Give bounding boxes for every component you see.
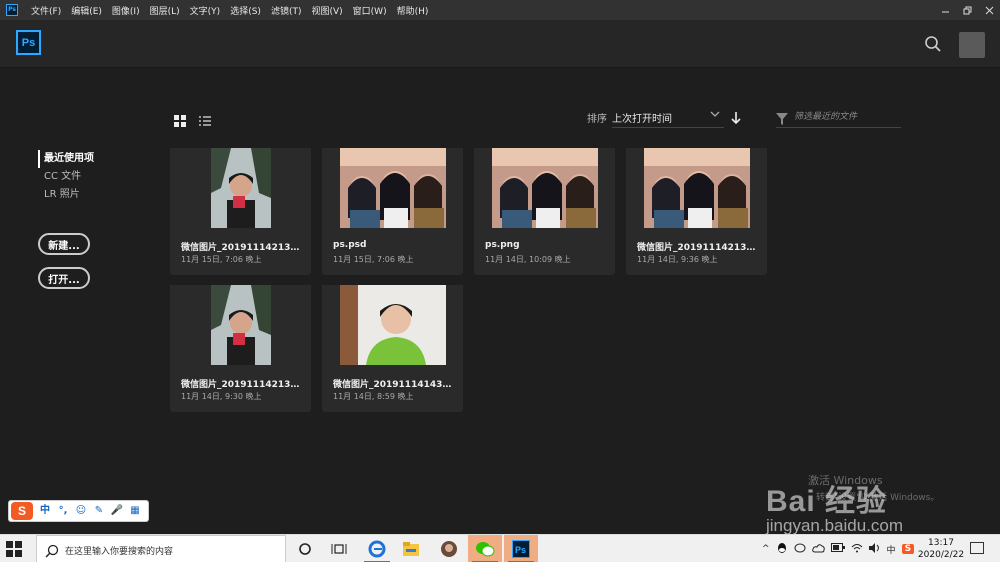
menu-help[interactable]: 帮助(H)	[392, 4, 434, 17]
ime-chinese-mode[interactable]: 中	[37, 503, 53, 519]
cortana-icon[interactable]	[288, 535, 322, 562]
photoshop-home-screen: Ps 文件(F) 编辑(E) 图像(I) 图层(L) 文字(Y) 选择(S) 滤…	[0, 0, 1000, 562]
ime-toolbox-icon[interactable]: ▦	[127, 503, 143, 519]
taskbar-search-box[interactable]: 在这里输入你要搜索的内容	[36, 535, 286, 562]
filter-recent-files	[776, 106, 901, 128]
file-name: 微信图片_20191114213031...	[181, 243, 303, 253]
file-thumbnail	[322, 285, 463, 365]
recent-file-card[interactable]: ps.png 11月 14日, 10:09 晚上	[474, 148, 615, 275]
close-icon[interactable]	[978, 0, 1000, 20]
ime-handwriting-icon[interactable]: ✎	[91, 503, 107, 519]
volume-icon[interactable]	[868, 542, 881, 556]
battery-icon[interactable]	[830, 543, 845, 555]
grid-view-icon[interactable]	[174, 112, 186, 127]
sogou-tray-icon[interactable]: S	[901, 544, 915, 554]
menu-image[interactable]: 图像(I)	[107, 4, 145, 17]
photoshop-logo: Ps	[16, 30, 41, 55]
baidu-jingyan-logo: Bai 经验	[766, 485, 888, 518]
ime-emoji-icon[interactable]: ☺	[73, 503, 89, 519]
file-explorer-icon[interactable]	[394, 535, 428, 562]
file-date: 11月 14日, 9:36 晚上	[637, 255, 718, 264]
file-thumbnail	[170, 285, 311, 365]
nav-item-cc-files[interactable]: CC 文件	[38, 168, 94, 186]
baidu-jingyan-url: jingyan.baidu.com	[766, 516, 904, 535]
system-tray: ^ 中 S	[762, 535, 920, 562]
taskbar-search-placeholder: 在这里输入你要搜索的内容	[65, 547, 174, 557]
left-nav: 最近使用项 CC 文件 LR 照片	[38, 150, 94, 204]
wechat-icon[interactable]	[468, 535, 502, 562]
file-name: ps.psd	[333, 240, 367, 250]
nav-item-recent[interactable]: 最近使用项	[38, 150, 94, 168]
nav-item-lr-photos[interactable]: LR 照片	[38, 186, 94, 204]
file-thumbnail	[170, 148, 311, 228]
filter-icon	[776, 110, 788, 125]
recent-file-card[interactable]: 微信图片_20191114213031... 11月 14日, 9:30 晚上	[170, 285, 311, 412]
task-view-icon[interactable]	[322, 535, 356, 562]
menu-bar: Ps 文件(F) 编辑(E) 图像(I) 图层(L) 文字(Y) 选择(S) 滤…	[0, 0, 1000, 20]
file-thumbnail	[474, 148, 615, 228]
menu-type[interactable]: 文字(Y)	[185, 4, 226, 17]
recent-file-card[interactable]: ps.psd 11月 15日, 7:06 晚上	[322, 148, 463, 275]
recent-file-card[interactable]: 微信图片_20191114213604... 11月 14日, 9:36 晚上	[626, 148, 767, 275]
notification-center-icon[interactable]	[970, 542, 984, 554]
edge-browser-icon[interactable]	[360, 535, 394, 562]
menu-edit[interactable]: 编辑(E)	[66, 4, 107, 17]
network-icon[interactable]	[851, 543, 863, 556]
cloud-icon[interactable]	[811, 543, 825, 556]
sort-value: 上次打开时间	[612, 114, 672, 125]
ime-voice-icon[interactable]: 🎤	[109, 503, 125, 519]
menu-file[interactable]: 文件(F)	[26, 4, 66, 17]
window-controls	[934, 0, 1000, 20]
clock-date: 2020/2/22	[917, 550, 965, 560]
ime-punctuation-icon[interactable]: °,	[55, 503, 71, 519]
new-button[interactable]: 新建...	[38, 233, 90, 255]
app-header: Ps	[0, 20, 1000, 68]
file-name: 微信图片_20191114143925...	[333, 380, 455, 390]
recent-file-card[interactable]: 微信图片_20191114213031... 11月 15日, 7:06 晚上	[170, 148, 311, 275]
sort-direction-arrow-icon[interactable]	[730, 110, 742, 125]
search-icon[interactable]	[924, 35, 942, 53]
menu-select[interactable]: 选择(S)	[225, 4, 266, 17]
system-clock[interactable]: 13:17 2020/2/22	[916, 537, 966, 561]
chevron-down-icon	[710, 110, 720, 121]
qq-icon[interactable]	[776, 542, 788, 557]
open-button[interactable]: 打开...	[38, 267, 90, 289]
file-date: 11月 14日, 9:30 晚上	[181, 392, 262, 401]
file-name: ps.png	[485, 240, 520, 250]
sogou-logo-icon[interactable]: S	[11, 502, 33, 520]
input-language-indicator[interactable]: 中	[887, 543, 896, 556]
wechat-tray-icon[interactable]	[794, 542, 806, 557]
filter-input[interactable]	[794, 109, 899, 125]
menu-window[interactable]: 窗口(W)	[348, 4, 392, 17]
list-view-icon[interactable]	[199, 112, 211, 126]
minimize-icon[interactable]	[934, 0, 956, 20]
user-avatar[interactable]	[959, 32, 985, 58]
windows-taskbar: 在这里输入你要搜索的内容 Ps ^ 中 S 13:17 2020/2/22	[0, 534, 1000, 562]
file-date: 11月 14日, 8:59 晚上	[333, 392, 414, 401]
sort-dropdown[interactable]: 上次打开时间	[612, 106, 724, 128]
file-date: 11月 15日, 7:06 晚上	[333, 255, 414, 264]
photoshop-taskbar-icon[interactable]: Ps	[504, 535, 538, 562]
windows-start-icon[interactable]	[6, 541, 22, 557]
clock-time: 13:17	[928, 538, 954, 548]
search-icon	[45, 543, 59, 558]
photoshop-app-icon: Ps	[6, 4, 18, 16]
menu-view[interactable]: 视图(V)	[306, 4, 347, 17]
sort-label: 排序	[587, 114, 607, 125]
restore-icon[interactable]	[956, 0, 978, 20]
file-name: 微信图片_20191114213031...	[181, 380, 303, 390]
recent-file-card[interactable]: 微信图片_20191114143925... 11月 14日, 8:59 晚上	[322, 285, 463, 412]
watermark: 激活 Windows 转到"设置"以激活 Windows。 Bai 经验 jin…	[766, 456, 996, 536]
tray-expand-icon[interactable]: ^	[762, 544, 770, 554]
file-name: 微信图片_20191114213604...	[637, 243, 759, 253]
svg-text:Ps: Ps	[515, 545, 526, 555]
menu-filter[interactable]: 滤镜(T)	[266, 4, 307, 17]
file-thumbnail	[626, 148, 767, 228]
sogou-ime-toolbar: S 中 °, ☺ ✎ 🎤 ▦	[8, 500, 149, 522]
file-thumbnail	[322, 148, 463, 228]
photo-app-icon[interactable]	[432, 535, 466, 562]
file-date: 11月 14日, 10:09 晚上	[485, 255, 571, 264]
file-date: 11月 15日, 7:06 晚上	[181, 255, 262, 264]
menu-layer[interactable]: 图层(L)	[145, 4, 185, 17]
